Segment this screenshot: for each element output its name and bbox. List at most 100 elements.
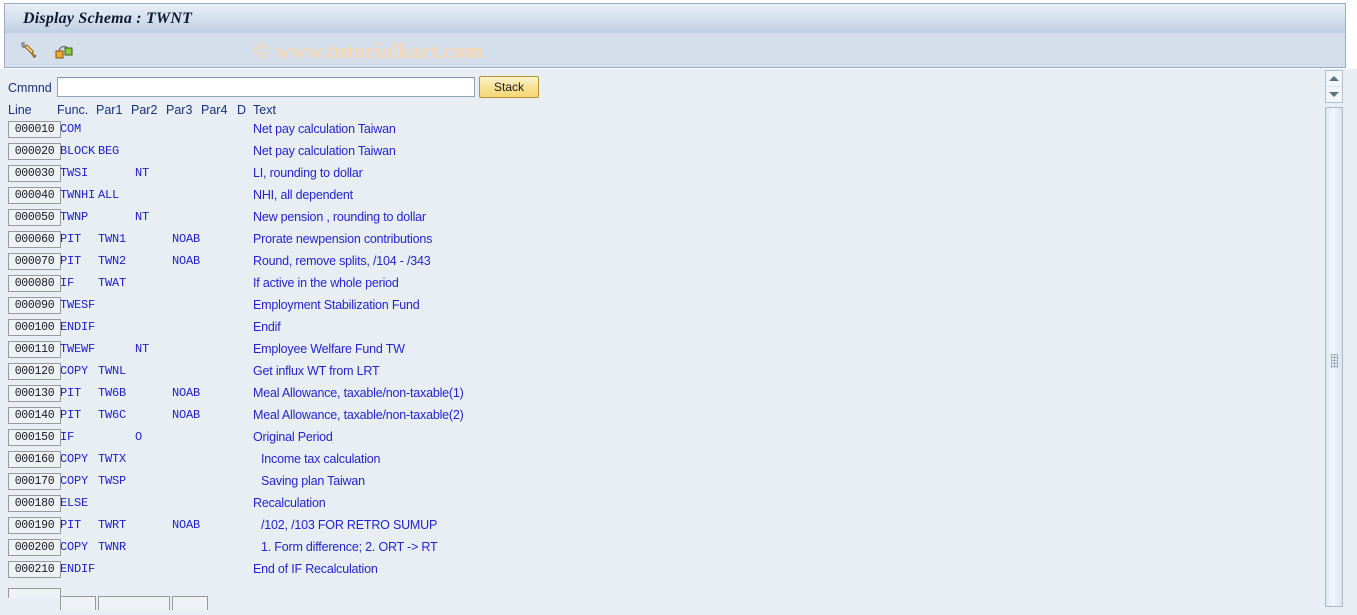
func-cell[interactable]: PIT <box>60 232 81 246</box>
par1-cell[interactable]: TW6B <box>98 386 126 400</box>
lineno-field[interactable]: 000080 <box>8 275 61 292</box>
lineno-field[interactable]: 000070 <box>8 253 61 270</box>
text-cell[interactable]: Round, remove splits, /104 - /343 <box>253 254 431 268</box>
text-cell[interactable]: Get influx WT from LRT <box>253 364 380 378</box>
func-cell[interactable]: COM <box>60 122 81 136</box>
command-input[interactable] <box>57 77 475 97</box>
scroll-up-button[interactable] <box>1326 71 1342 87</box>
lineno-field[interactable]: 000060 <box>8 231 61 248</box>
lineno-field[interactable]: 000010 <box>8 121 61 138</box>
lineno-field[interactable]: 000190 <box>8 517 61 534</box>
text-cell[interactable]: /102, /103 FOR RETRO SUMUP <box>261 518 437 532</box>
vertical-splitter[interactable] <box>1325 107 1343 607</box>
func-cell[interactable]: ENDIF <box>60 562 95 576</box>
text-cell[interactable]: Prorate newpension contributions <box>253 232 432 246</box>
par1-cell[interactable]: ALL <box>98 188 119 202</box>
par2-cell[interactable]: NT <box>135 166 149 180</box>
command-row: Cmmnd Stack <box>0 76 1322 101</box>
lineno-field[interactable]: 000210 <box>8 561 61 578</box>
text-cell[interactable]: NHI, all dependent <box>253 188 353 202</box>
func-cell[interactable]: COPY <box>60 364 88 378</box>
func-cell[interactable]: PIT <box>60 518 81 532</box>
func-cell[interactable]: TWNHI <box>60 188 95 202</box>
func-cell[interactable]: TWEWF <box>60 342 95 356</box>
text-cell[interactable]: New pension , rounding to dollar <box>253 210 426 224</box>
par1-cell[interactable]: TWNL <box>98 364 126 378</box>
lineno-field[interactable]: 000130 <box>8 385 61 402</box>
lineno-field[interactable]: 000040 <box>8 187 61 204</box>
func-cell[interactable]: BLOCK <box>60 144 95 158</box>
text-cell[interactable]: Net pay calculation Taiwan <box>253 144 396 158</box>
text-cell[interactable]: Net pay calculation Taiwan <box>253 122 396 136</box>
par1-cell[interactable]: TWRT <box>98 518 126 532</box>
func-cell[interactable]: PIT <box>60 386 81 400</box>
text-cell[interactable]: Income tax calculation <box>261 452 380 466</box>
par1-cell[interactable]: TWAT <box>98 276 126 290</box>
par3-cell[interactable]: NOAB <box>172 408 200 422</box>
par1-cell[interactable]: TWN2 <box>98 254 126 268</box>
func-cell[interactable]: PIT <box>60 254 81 268</box>
func-cell[interactable]: COPY <box>60 540 88 554</box>
par2-cell[interactable]: O <box>135 430 142 444</box>
par1-cell[interactable]: TWTX <box>98 452 126 466</box>
lineno-field[interactable]: 000140 <box>8 407 61 424</box>
par3-cell[interactable]: NOAB <box>172 386 200 400</box>
table-row: 000080 IF TWAT If active in the whole perio… <box>0 275 1322 297</box>
scroll-down-button[interactable] <box>1326 87 1342 102</box>
par-field-partial[interactable] <box>98 596 170 610</box>
text-cell[interactable]: Original Period <box>253 430 333 444</box>
edit-pencil-icon[interactable] <box>15 37 41 63</box>
lineno-field[interactable]: 000180 <box>8 495 61 512</box>
lineno-field[interactable]: 000090 <box>8 297 61 314</box>
table-row: 000040 TWNHI ALL NHI, all dependent <box>0 187 1322 209</box>
func-cell[interactable]: COPY <box>60 474 88 488</box>
func-cell[interactable]: TWSI <box>60 166 88 180</box>
func-cell[interactable]: PIT <box>60 408 81 422</box>
func-cell[interactable]: TWNP <box>60 210 88 224</box>
func-cell[interactable]: IF <box>60 430 74 444</box>
par3-cell[interactable]: NOAB <box>172 232 200 246</box>
lineno-field[interactable]: 000150 <box>8 429 61 446</box>
func-cell[interactable]: COPY <box>60 452 88 466</box>
par1-cell[interactable]: TWN1 <box>98 232 126 246</box>
text-cell[interactable]: Meal Allowance, taxable/non-taxable(1) <box>253 386 464 400</box>
text-cell[interactable]: Employee Welfare Fund TW <box>253 342 405 356</box>
par3-cell[interactable]: NOAB <box>172 518 200 532</box>
lineno-field[interactable]: 000120 <box>8 363 61 380</box>
func-field-partial[interactable] <box>60 596 96 610</box>
lineno-field[interactable]: 000170 <box>8 473 61 490</box>
par3-field-partial[interactable] <box>172 596 208 610</box>
text-cell[interactable]: Endif <box>253 320 281 334</box>
text-cell[interactable]: Saving plan Taiwan <box>261 474 365 488</box>
text-cell[interactable]: If active in the whole period <box>253 276 399 290</box>
par2-cell[interactable]: NT <box>135 342 149 356</box>
table-row: 000020 BLOCK BEG Net pay calculation Taiwan <box>0 143 1322 165</box>
lineno-field-partial[interactable] <box>8 588 61 598</box>
text-cell[interactable]: Recalculation <box>253 496 326 510</box>
lineno-field[interactable]: 000100 <box>8 319 61 336</box>
lineno-field[interactable]: 000030 <box>8 165 61 182</box>
lineno-field[interactable]: 000020 <box>8 143 61 160</box>
func-cell[interactable]: ELSE <box>60 496 88 510</box>
par3-cell[interactable]: NOAB <box>172 254 200 268</box>
func-cell[interactable]: IF <box>60 276 74 290</box>
func-cell[interactable]: ENDIF <box>60 320 95 334</box>
par1-cell[interactable]: TWSP <box>98 474 126 488</box>
lineno-field[interactable]: 000110 <box>8 341 61 358</box>
text-cell[interactable]: End of IF Recalculation <box>253 562 378 576</box>
structure-graph-icon[interactable] <box>51 37 77 63</box>
par1-cell[interactable]: TWNR <box>98 540 126 554</box>
stack-button[interactable]: Stack <box>479 76 539 98</box>
text-cell[interactable]: Employment Stabilization Fund <box>253 298 420 312</box>
lineno-field[interactable]: 000200 <box>8 539 61 556</box>
text-cell[interactable]: Meal Allowance, taxable/non-taxable(2) <box>253 408 464 422</box>
lineno-field[interactable]: 000160 <box>8 451 61 468</box>
func-cell[interactable]: TWESF <box>60 298 95 312</box>
lineno-field[interactable]: 000050 <box>8 209 61 226</box>
par2-cell[interactable]: NT <box>135 210 149 224</box>
text-cell[interactable]: 1. Form difference; 2. ORT -> RT <box>261 540 438 554</box>
text-cell[interactable]: LI, rounding to dollar <box>253 166 363 180</box>
table-row: 000170 COPY TWSP Saving plan Taiwan <box>0 473 1322 495</box>
par1-cell[interactable]: TW6C <box>98 408 126 422</box>
par1-cell[interactable]: BEG <box>98 144 119 158</box>
